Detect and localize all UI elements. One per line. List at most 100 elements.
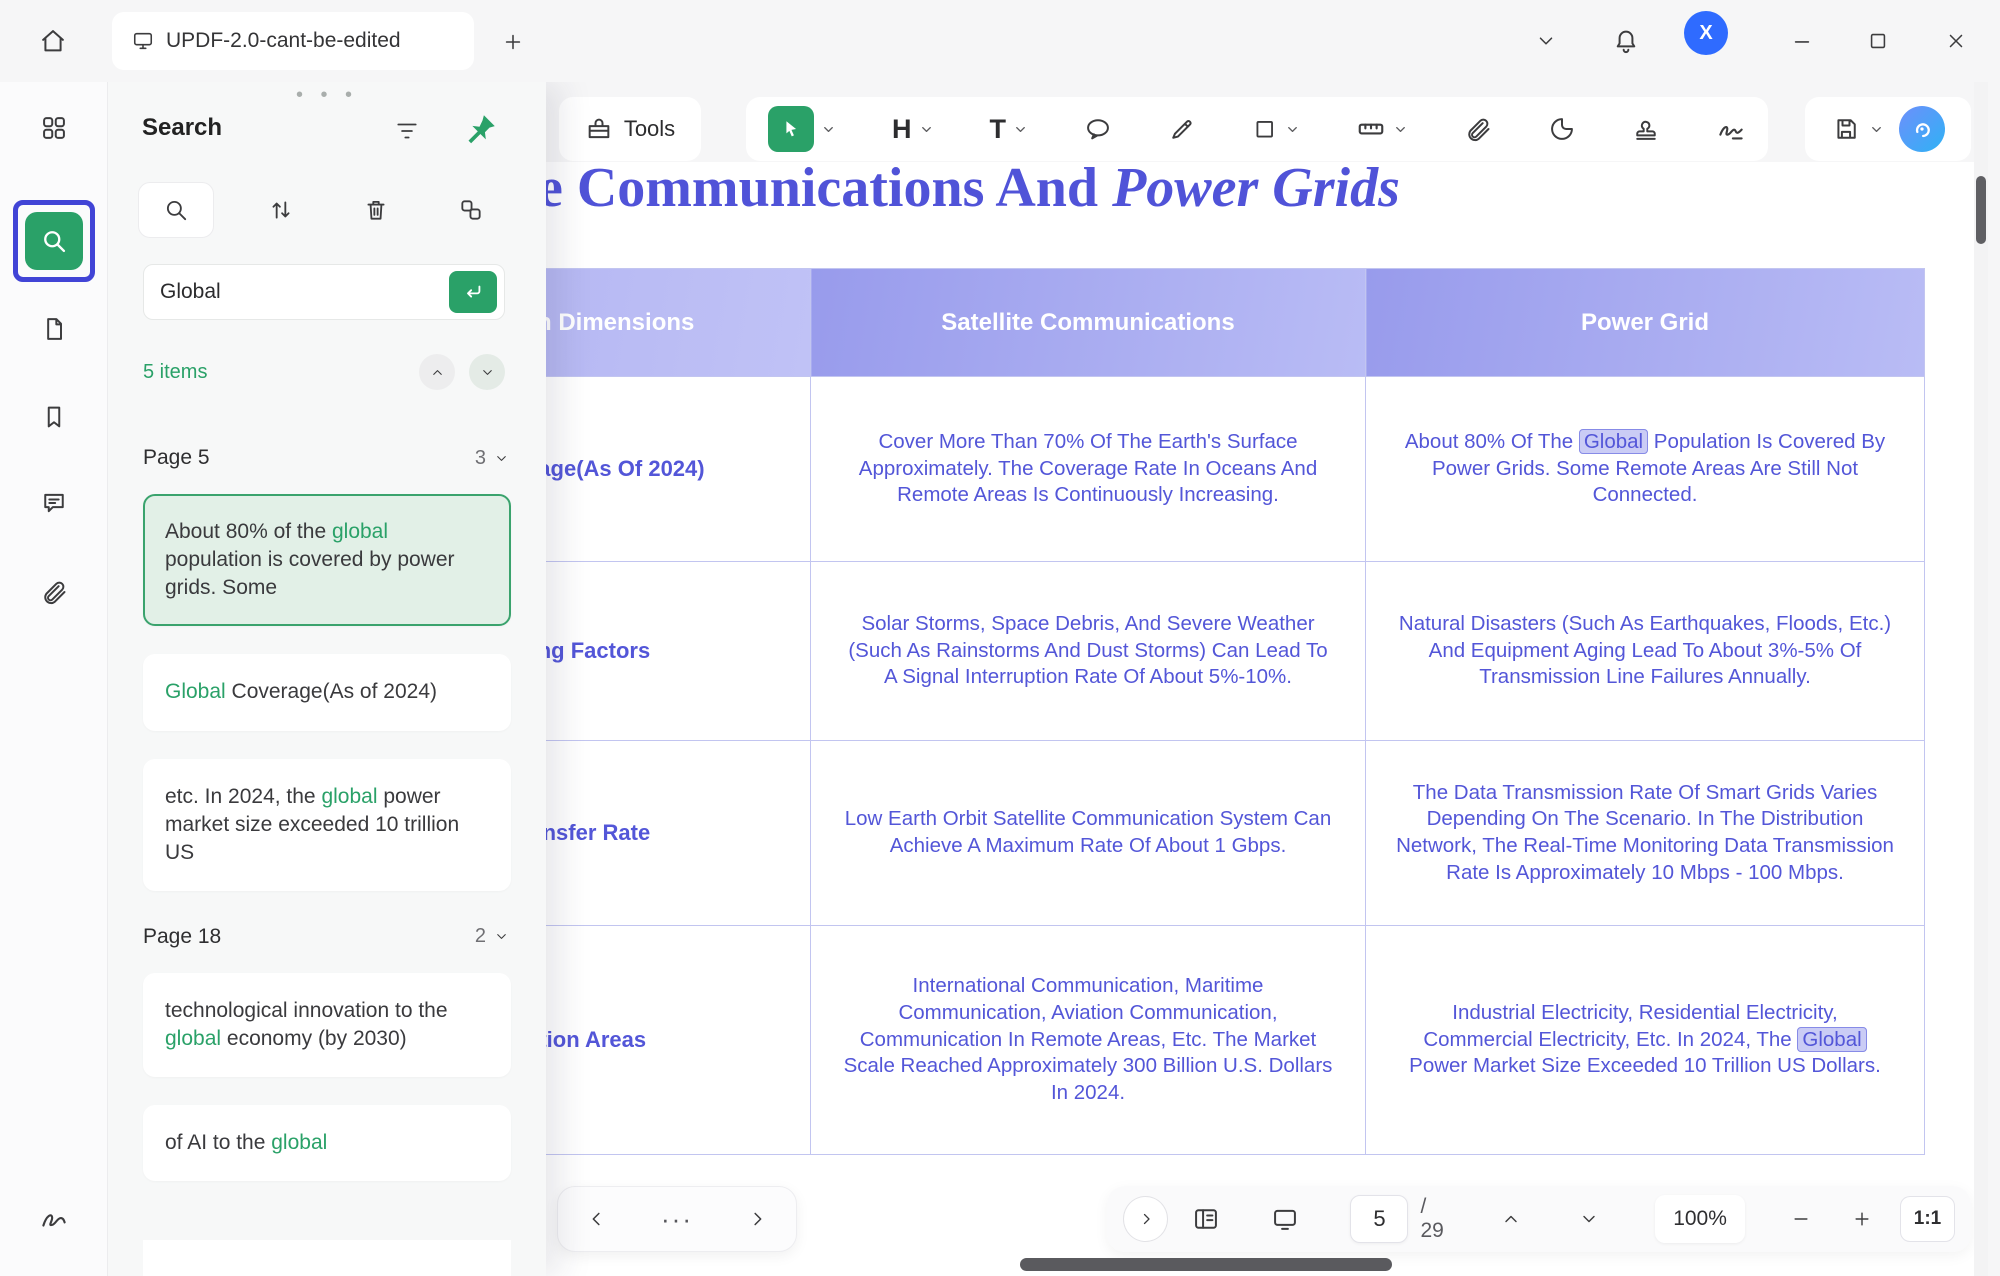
attachments-button[interactable] [30,568,78,616]
zoom-value: 100% [1673,1207,1727,1231]
search-result-item[interactable]: etc. In 2024, the global power market si… [143,759,511,891]
square-icon [1252,116,1278,142]
expand-panel-button[interactable] [1123,1196,1168,1242]
search-input[interactable] [144,265,449,319]
select-tool[interactable] [768,106,836,152]
ruler-icon [1356,114,1386,144]
previous-result-button[interactable] [419,354,455,390]
match-highlight: Global [1579,429,1648,454]
cursor-icon [768,106,814,152]
paperclip-icon [40,578,68,606]
home-button[interactable] [28,16,78,66]
chevron-down-icon[interactable] [1013,122,1028,137]
list-bottom-mask [143,1240,511,1276]
tab-replace[interactable] [423,182,518,238]
slideshow-button[interactable] [1262,1196,1307,1242]
comments-button[interactable] [30,479,78,527]
ai-assistant-button[interactable] [1899,106,1945,152]
search-submit-button[interactable] [449,271,497,313]
actual-size-button[interactable]: 1:1 [1900,1196,1955,1242]
page-number-input[interactable] [1350,1195,1408,1243]
power-grid-cell: Industrial Electricity, Residential Elec… [1366,926,1925,1155]
pin-button[interactable] [458,110,500,152]
zoom-out-button[interactable] [1778,1196,1823,1242]
results-summary-row: 5 items [143,352,505,392]
document-tab[interactable]: UPDF-2.0-cant-be-edited [112,12,474,70]
page-thumbnails-button[interactable] [1184,1196,1229,1242]
window-titlebar: UPDF-2.0-cant-be-edited X [0,0,2000,82]
vertical-scrollbar[interactable] [1974,82,1988,1276]
chevron-down-icon[interactable] [1285,122,1300,137]
shape-tool[interactable] [1252,116,1300,142]
highlighter-tool[interactable] [1168,115,1196,143]
search-result-item[interactable]: of AI to the global [143,1105,511,1181]
home-icon [39,27,67,55]
filter-button[interactable] [386,110,428,152]
tab-delete[interactable] [328,182,423,238]
sticker-tool[interactable] [1548,115,1576,143]
minus-icon [1791,1209,1811,1229]
chevron-down-icon[interactable] [1393,122,1408,137]
chevron-down-icon[interactable] [494,451,509,466]
satellite-cell: International Communication, Maritime Co… [811,926,1366,1155]
search-tool-selected[interactable] [13,200,95,282]
satellite-cell: Solar Storms, Space Debris, And Severe W… [811,562,1366,741]
nav-back-button[interactable] [586,1208,608,1230]
comment-tool[interactable] [1084,115,1112,143]
chevron-right-icon [1137,1210,1155,1228]
zoom-in-button[interactable] [1839,1196,1884,1242]
stamp-tool[interactable] [1632,115,1660,143]
drag-handle[interactable]: • • • [108,84,546,107]
next-page-button[interactable] [1567,1196,1612,1242]
chevron-down-icon[interactable] [1869,122,1884,137]
previous-page-button[interactable] [1488,1196,1533,1242]
signature-tool[interactable] [1716,114,1746,144]
zoom-level[interactable]: 100% [1655,1195,1745,1243]
result-group-header[interactable]: Page 182 [143,919,509,955]
search-result-item[interactable]: About 80% of the global population is co… [143,494,511,626]
save-group [1805,97,1971,161]
heading-tool[interactable]: H [892,116,934,143]
close-button[interactable] [1932,17,1980,65]
search-panel-tabs [138,182,518,238]
chevron-down-icon[interactable] [821,122,836,137]
slideshow-icon [1271,1205,1299,1233]
attachment-tool[interactable] [1464,115,1492,143]
tab-search[interactable] [138,182,214,238]
sort-icon [268,197,294,223]
tools-button[interactable]: Tools [559,97,701,161]
nav-more-button[interactable]: ··· [661,1214,693,1224]
result-text: technological innovation to the global e… [165,999,448,1050]
search-result-item[interactable]: Global Coverage(As of 2024) [143,654,511,730]
pages-button[interactable] [30,305,78,353]
result-group-header[interactable]: Page 53 [143,440,509,476]
result-text: About 80% of the global population is co… [165,520,455,599]
minimize-button[interactable] [1778,17,1826,65]
notifications-button[interactable] [1602,17,1650,65]
next-result-button[interactable] [469,354,505,390]
chevron-down-icon[interactable] [494,929,509,944]
result-text: of AI to the global [165,1131,327,1154]
vertical-scroll-thumb[interactable] [1976,176,1986,244]
nav-forward-button[interactable] [746,1208,768,1230]
new-tab-button[interactable] [494,23,532,61]
bookmarks-button[interactable] [30,393,78,441]
save-button[interactable] [1832,115,1860,143]
view-control-bar: / 29 100% 1:1 [1107,1186,1971,1252]
home-grid-button[interactable] [30,104,78,152]
toolbox-icon [585,115,613,143]
maximize-button[interactable] [1854,17,1902,65]
user-avatar[interactable]: X [1684,11,1728,55]
chevron-down-icon[interactable] [919,122,934,137]
window-menu-button[interactable] [1522,17,1570,65]
power-grid-cell: About 80% Of The Global Population Is Co… [1366,377,1925,562]
tab-sort[interactable] [233,182,328,238]
text-tool[interactable]: T [990,116,1029,143]
horizontal-scroll-thumb[interactable] [1020,1258,1392,1271]
stamp-icon [1632,115,1660,143]
power-grid-cell: Natural Disasters (Such As Earthquakes, … [1366,562,1925,741]
search-result-item[interactable]: technological innovation to the global e… [143,973,511,1077]
signature-panel-button[interactable] [30,1194,78,1242]
tools-label: Tools [624,116,675,142]
measure-tool[interactable] [1356,114,1408,144]
